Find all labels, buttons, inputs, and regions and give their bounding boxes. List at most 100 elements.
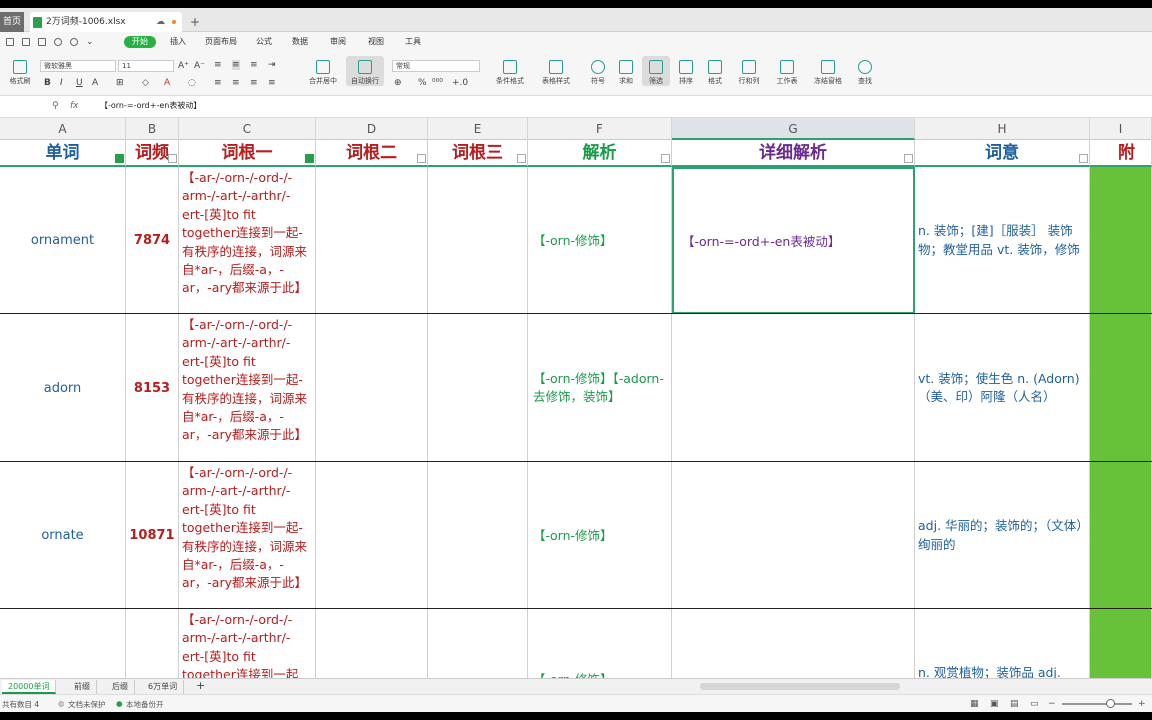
header-word[interactable]: 单词 — [0, 140, 126, 167]
menu-formula[interactable]: 公式 — [256, 36, 272, 48]
col-f[interactable]: F — [528, 118, 672, 140]
format-painter-button[interactable]: 格式刷 — [6, 60, 34, 86]
worksheet-button[interactable]: 工作表 — [770, 60, 804, 86]
zoom-out-icon[interactable]: − — [1048, 699, 1056, 709]
col-d[interactable]: D — [316, 118, 428, 140]
cell-analysis[interactable]: 【-orn-修饰】【-adorn-去修饰，装饰】 — [528, 314, 672, 462]
conditional-format-button[interactable]: 条件格式 — [490, 60, 530, 86]
cell-meaning[interactable]: vt. 装饰；使生色 n. (Adorn) （美、印）阿隆（人名） — [915, 314, 1090, 462]
header-root2[interactable]: 词根二 — [316, 140, 428, 167]
filter-dropdown-icon[interactable] — [661, 154, 670, 163]
freeze-button[interactable]: 冻结窗格 — [808, 60, 848, 86]
cell-analysis[interactable]: 【-orn-修饰】 — [528, 462, 672, 609]
menu-insert[interactable]: 插入 — [170, 36, 186, 48]
cell-root3[interactable] — [428, 314, 528, 462]
filter-active-icon[interactable] — [115, 154, 124, 163]
header-root3[interactable]: 词根三 — [428, 140, 528, 167]
align-center-icon[interactable]: ≡ — [232, 78, 240, 88]
clear-icon[interactable]: ◌ — [188, 78, 196, 88]
sheet-tab-20000[interactable]: 20000单词 — [2, 680, 57, 694]
cell-word[interactable]: adorn — [0, 314, 126, 462]
header-freq[interactable]: 词频 — [126, 140, 179, 167]
cell-analysis[interactable]: 【-orn-修饰】 — [528, 609, 672, 678]
filter-dropdown-icon[interactable] — [417, 154, 426, 163]
thousands-icon[interactable]: ⁰⁰⁰ — [432, 78, 443, 88]
formula-input[interactable]: 【-orn-=-ord+-en表被动】 — [100, 100, 201, 111]
header-meaning[interactable]: 词意 — [915, 140, 1090, 167]
menu-start[interactable]: 开始 — [124, 36, 156, 48]
filter-dropdown-icon[interactable] — [1079, 154, 1088, 163]
chevron-down-icon[interactable]: ⌄ — [86, 37, 94, 47]
cell-attachment[interactable] — [1090, 314, 1152, 462]
cell-root2[interactable] — [316, 462, 428, 609]
cloud-icon[interactable]: ☁ — [156, 12, 165, 32]
indent-icon[interactable]: ⇥ — [268, 60, 276, 70]
font-shrink-icon[interactable]: A⁻ — [194, 61, 205, 71]
header-attachment[interactable]: 附件 — [1090, 140, 1152, 167]
sort-button[interactable]: 排序 — [674, 60, 698, 86]
cell-root3[interactable] — [428, 167, 528, 314]
filter-dropdown-icon[interactable] — [517, 154, 526, 163]
sum-button[interactable]: 求和 — [614, 60, 638, 86]
filter-active-icon[interactable] — [305, 154, 314, 163]
cell-detail[interactable] — [672, 462, 915, 609]
align-top-icon[interactable]: ≡ — [214, 60, 222, 70]
align-right-icon[interactable]: ≡ — [250, 78, 258, 88]
underline-button[interactable]: U — [76, 78, 83, 88]
cell-root2[interactable] — [316, 609, 428, 678]
page-layout-icon[interactable]: ▣ — [990, 699, 999, 709]
find-button[interactable]: 查找 — [852, 60, 878, 86]
col-b[interactable]: B — [126, 118, 179, 140]
row-col-button[interactable]: 行和列 — [732, 60, 766, 86]
wrap-text-button[interactable]: 自动换行 — [346, 56, 384, 86]
print-icon[interactable] — [22, 38, 30, 46]
cell-freq[interactable] — [126, 609, 179, 678]
normal-view-icon[interactable]: ▦ — [970, 699, 979, 709]
cell-root1[interactable]: 【-ar-/-orn-/-ord-/-arm-/-art-/-arthr/-er… — [179, 609, 316, 678]
menu-view[interactable]: 视图 — [368, 36, 384, 48]
header-root1[interactable]: 词根一 — [179, 140, 316, 167]
cell-root3[interactable] — [428, 609, 528, 678]
cell-word[interactable]: ornate — [0, 462, 126, 609]
add-sheet-button[interactable]: + — [190, 680, 211, 694]
cell-attachment[interactable] — [1090, 167, 1152, 314]
zoom-icon[interactable]: ⚲ — [52, 101, 59, 111]
cell-analysis[interactable]: 【-orn-修饰】 — [528, 167, 672, 314]
preview-icon[interactable] — [38, 38, 46, 46]
menu-data[interactable]: 数据 — [292, 36, 308, 48]
number-format-select[interactable]: 常规 — [392, 60, 480, 72]
cell-root2[interactable] — [316, 314, 428, 462]
font-color-icon[interactable]: A — [164, 78, 170, 88]
menu-tools[interactable]: 工具 — [405, 36, 421, 48]
fill-color-icon[interactable]: ◇ — [142, 78, 149, 88]
horizontal-scrollbar[interactable] — [700, 683, 900, 690]
cell-freq[interactable]: 7874 — [126, 167, 179, 314]
header-detail[interactable]: 详细解析 — [672, 140, 915, 167]
col-e[interactable]: E — [428, 118, 528, 140]
tab-home[interactable]: 首页 — [0, 12, 24, 32]
col-c[interactable]: C — [179, 118, 316, 140]
bold-button[interactable]: B — [44, 78, 51, 88]
col-i[interactable]: I — [1090, 118, 1152, 140]
cell-attachment[interactable] — [1090, 609, 1152, 678]
font-grow-icon[interactable]: A⁺ — [178, 61, 189, 71]
filter-dropdown-icon[interactable] — [904, 154, 913, 163]
italic-button[interactable]: I — [60, 78, 63, 88]
cell-detail-selected[interactable]: 【-orn-=-ord+-en表被动】 — [672, 167, 915, 314]
font-size-select[interactable]: 11 — [118, 60, 174, 72]
menu-page-layout[interactable]: 页面布局 — [205, 36, 237, 48]
zoom-in-icon[interactable]: + — [1138, 699, 1146, 709]
fx-icon[interactable]: fx — [70, 101, 79, 111]
save-icon[interactable] — [6, 38, 14, 46]
sheet-tab-prefix[interactable]: 前缀 — [68, 680, 97, 694]
percent-icon[interactable]: % — [418, 78, 427, 88]
justify-icon[interactable]: ≡ — [268, 78, 276, 88]
cell-freq[interactable]: 10871 — [126, 462, 179, 609]
cell-root3[interactable] — [428, 462, 528, 609]
tab-file[interactable]: 2万词频-1006.xlsx ☁ — [30, 12, 182, 32]
cell-attachment[interactable] — [1090, 462, 1152, 609]
align-left-icon[interactable]: ≡ — [214, 78, 222, 88]
symbol-button[interactable]: 符号 — [586, 60, 610, 86]
cell-word[interactable]: ornament — [0, 167, 126, 314]
sheet-tab-suffix[interactable]: 后缀 — [106, 680, 135, 694]
